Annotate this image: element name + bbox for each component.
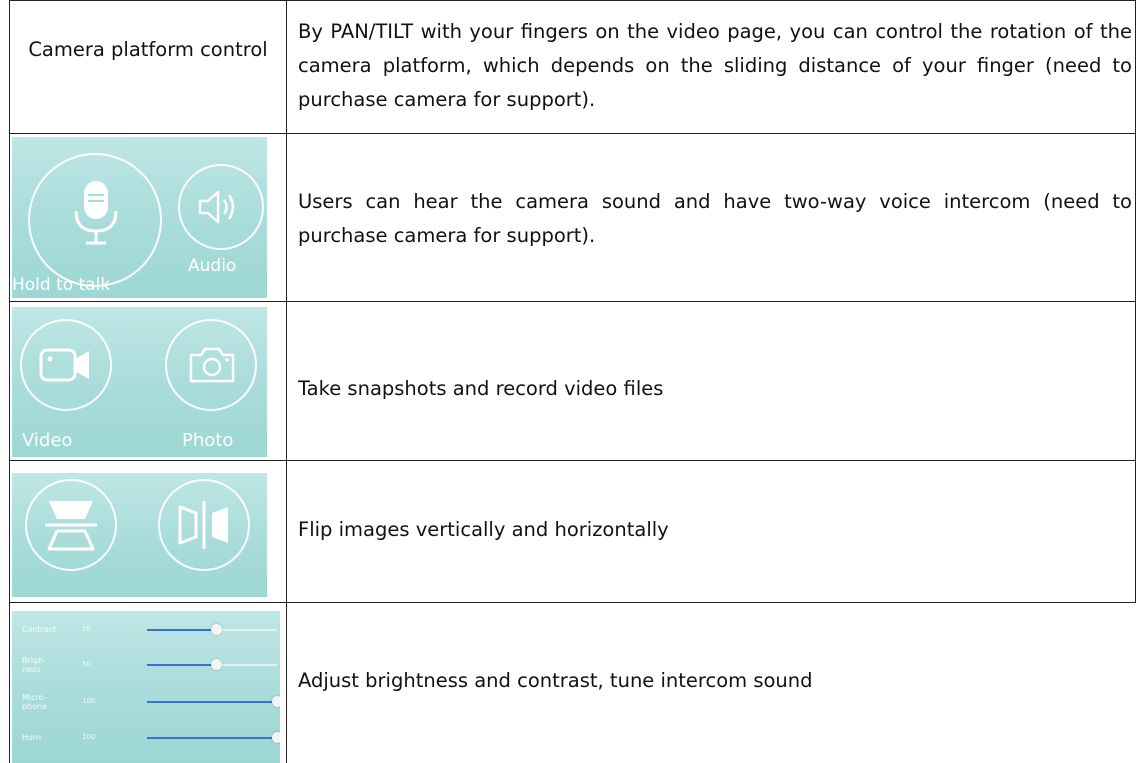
microphone-icon bbox=[74, 181, 118, 245]
slider-fill bbox=[147, 701, 277, 703]
slider-label: Brigh- ness bbox=[22, 656, 47, 674]
slider-value: 100 bbox=[82, 697, 96, 705]
slider-knob[interactable] bbox=[272, 732, 280, 743]
row-divider bbox=[9, 301, 1136, 302]
row-divider bbox=[9, 133, 1136, 134]
feature-table: Camera platform control By PAN/TILT with… bbox=[0, 0, 1136, 763]
slider-knob[interactable] bbox=[272, 696, 280, 707]
feature-description: Users can hear the camera sound and have… bbox=[298, 190, 1132, 247]
slider-fill bbox=[147, 629, 216, 631]
table-border-left bbox=[9, 0, 10, 763]
flip-vertical-button[interactable] bbox=[25, 479, 117, 571]
video-label: Video bbox=[22, 430, 73, 451]
slider-knob[interactable] bbox=[211, 659, 222, 670]
slider-value: 50 bbox=[82, 625, 91, 633]
table-border-right bbox=[1135, 0, 1136, 602]
photo-camera-icon bbox=[189, 347, 235, 383]
intercom-panel: Hold to talk Audio bbox=[12, 137, 267, 298]
flip-vertical-icon bbox=[45, 501, 97, 551]
image-settings-panel: Contrast 50 Brigh- ness 50 Micro- phone 100 Ho… bbox=[12, 611, 280, 763]
feature-description: Flip images vertically and horizontally bbox=[298, 518, 669, 541]
audio-label: Audio bbox=[188, 256, 237, 276]
slider-fill bbox=[147, 664, 216, 666]
row-divider bbox=[9, 460, 1136, 461]
photo-label: Photo bbox=[182, 430, 234, 451]
row-divider bbox=[9, 602, 1136, 603]
slider-label: Horn bbox=[22, 733, 42, 742]
flip-horizontal-icon bbox=[178, 501, 228, 549]
slider-value: 50 bbox=[82, 660, 91, 668]
feature-description: By PAN/TILT with your fingers on the vid… bbox=[298, 20, 1132, 111]
column-divider bbox=[286, 0, 287, 763]
video-camera-icon bbox=[39, 348, 89, 382]
feature-description: Take snapshots and record video files bbox=[298, 377, 664, 400]
capture-panel: Video Photo bbox=[12, 307, 267, 457]
photo-snapshot-button[interactable] bbox=[165, 319, 257, 411]
table-border-top bbox=[9, 0, 1136, 1]
slider-fill bbox=[147, 737, 277, 739]
audio-button[interactable] bbox=[178, 164, 264, 250]
feature-description: Adjust brightness and contrast, tune int… bbox=[298, 669, 813, 692]
video-record-button[interactable] bbox=[20, 319, 112, 411]
slider-label: Micro- phone bbox=[22, 693, 48, 711]
feature-label: Camera platform control bbox=[28, 38, 268, 61]
speaker-icon bbox=[198, 190, 235, 224]
flip-panel bbox=[12, 473, 267, 597]
slider-knob[interactable] bbox=[211, 624, 222, 635]
hold-to-talk-label: Hold to talk bbox=[12, 275, 111, 295]
hold-to-talk-button[interactable] bbox=[28, 153, 162, 287]
slider-value: 100 bbox=[82, 733, 96, 741]
flip-horizontal-button[interactable] bbox=[158, 479, 250, 571]
slider-label: Contrast bbox=[22, 625, 57, 634]
